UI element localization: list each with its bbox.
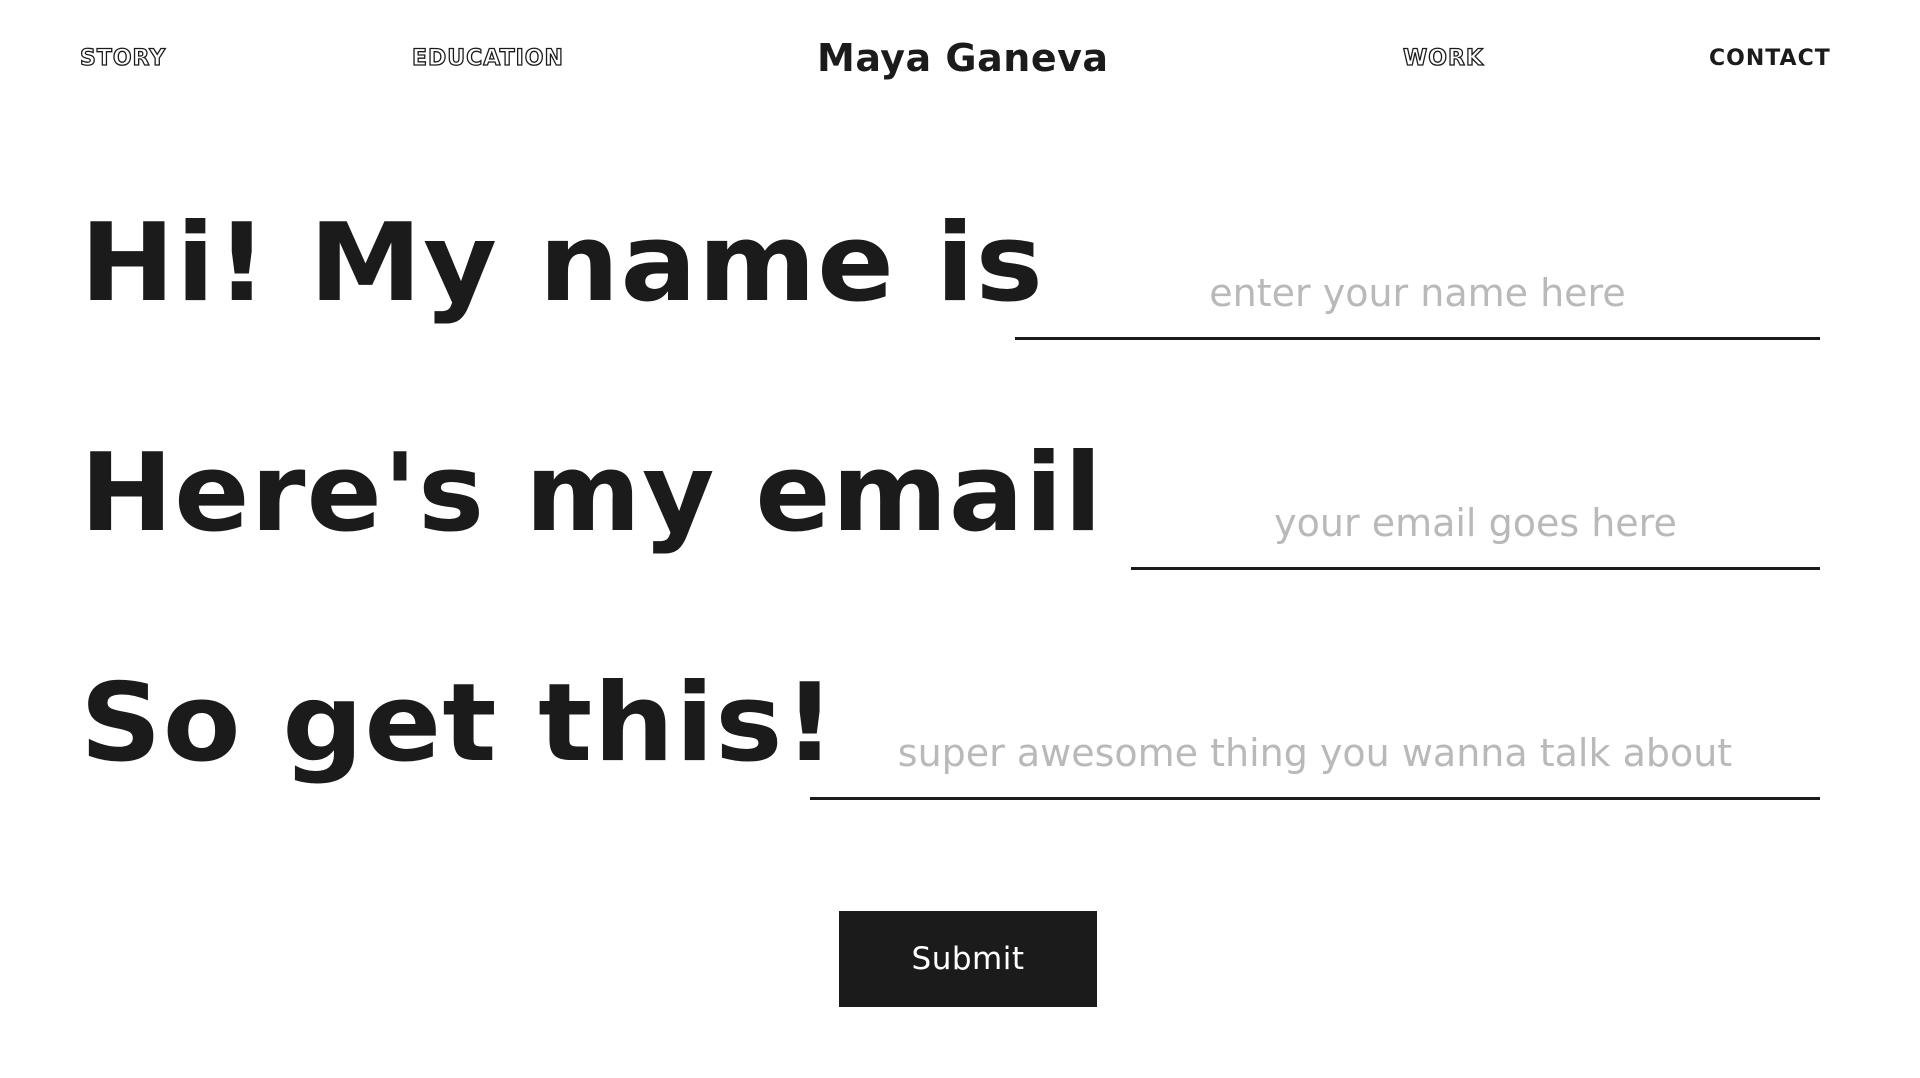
email-input[interactable]	[1131, 478, 1820, 570]
topic-row: So get this!	[80, 660, 1820, 800]
topic-prompt: So get this!	[80, 661, 837, 786]
nav-work-link[interactable]: WORK	[1402, 45, 1484, 71]
topic-input[interactable]	[810, 708, 1820, 800]
nav-story-link[interactable]: STORY	[79, 45, 166, 71]
nav-contact-link[interactable]: CONTACT	[1709, 46, 1831, 71]
name-row: Hi! My name is	[80, 200, 1820, 340]
email-prompt: Here's my email	[80, 431, 1104, 556]
name-input[interactable]	[1015, 248, 1820, 340]
submit-button[interactable]: Submit	[839, 911, 1097, 1007]
site-brand-name: Maya Ganeva	[817, 36, 1109, 80]
email-row: Here's my email	[80, 430, 1820, 570]
name-prompt: Hi! My name is	[80, 201, 1045, 326]
nav-education-link[interactable]: EDUCATION	[411, 45, 564, 71]
top-navigation: STORY EDUCATION Maya Ganeva WORK CONTACT	[0, 36, 1920, 80]
